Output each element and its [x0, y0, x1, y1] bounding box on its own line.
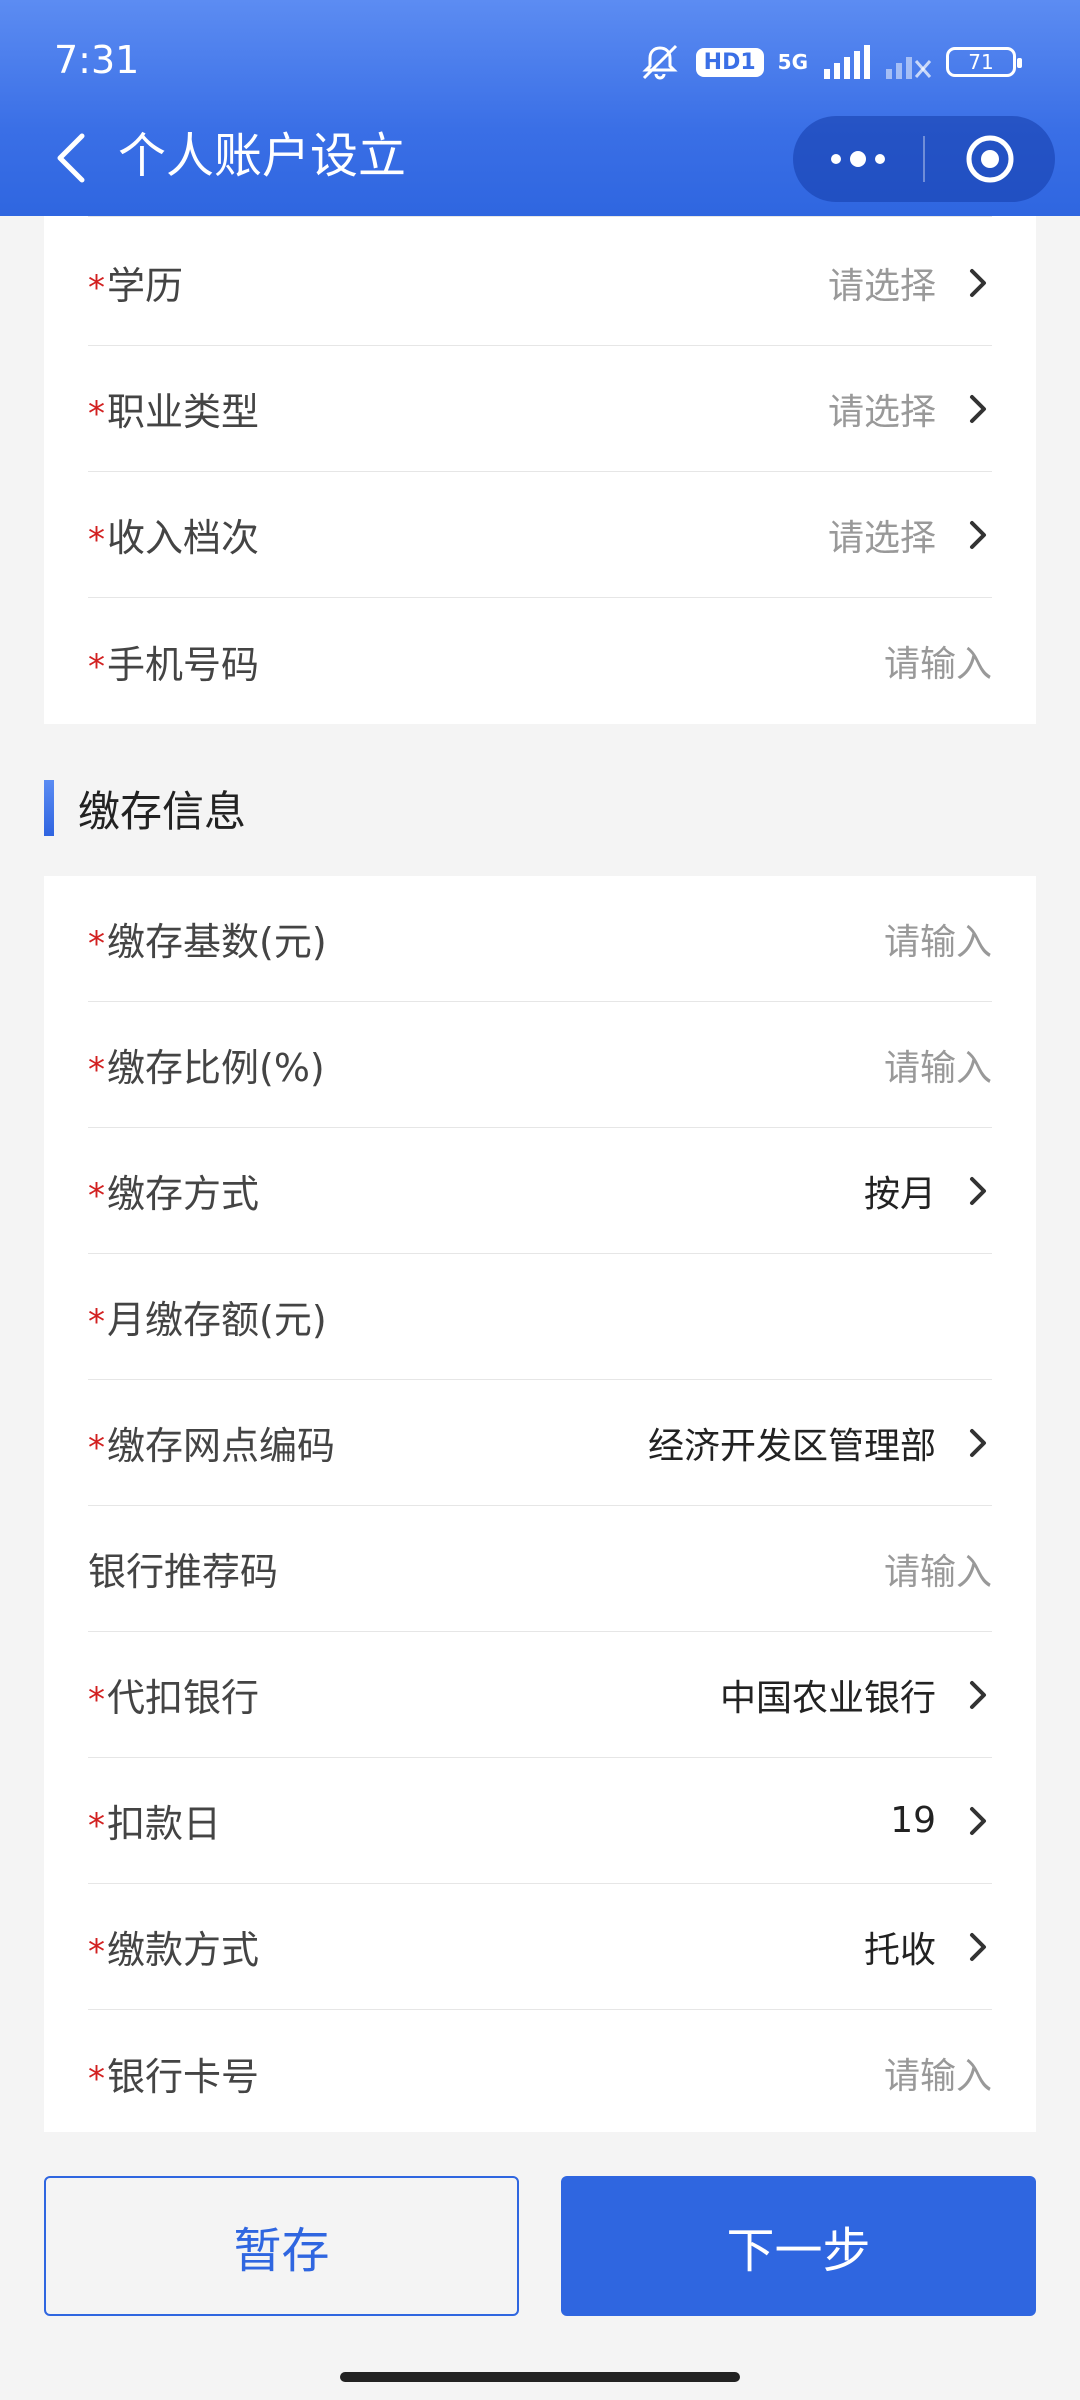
deposit-info-card: *缴存基数(元) 请输入 *缴存比例(%) 请输入 *缴存方式 按月 *月缴存额… — [44, 876, 1036, 2132]
field-row-deposit-method[interactable]: *缴存方式 按月 — [88, 1128, 992, 1254]
field-label: *扣款日 — [88, 1802, 222, 1846]
hd-badge: HD1 — [695, 47, 764, 77]
section-title: 缴存信息 — [78, 786, 247, 836]
home-indicator[interactable] — [340, 2372, 740, 2382]
field-label: 银行推荐码 — [88, 1550, 279, 1594]
personal-info-card: *学历 请选择 *职业类型 请选择 *收入档次 请选择 *手机号码 请输入 — [44, 216, 1036, 724]
phone-input[interactable]: 请输入 — [884, 635, 992, 687]
field-row-monthly-amount: *月缴存额(元) — [88, 1254, 992, 1380]
nav-bar: 个人账户设立 — [0, 116, 1080, 216]
chevron-right-icon — [970, 1176, 986, 1205]
field-row-debit-day[interactable]: *扣款日 19 — [88, 1758, 992, 1884]
chevron-right-icon — [970, 394, 986, 423]
field-row-income[interactable]: *收入档次 请选择 — [88, 472, 992, 598]
field-label: *收入档次 — [88, 516, 260, 560]
signal-bars-empty-icon — [886, 57, 932, 79]
card-top-divider — [88, 216, 992, 217]
close-button[interactable] — [925, 116, 1055, 202]
chevron-right-icon — [970, 520, 986, 549]
field-label: *缴存基数(元) — [88, 920, 327, 964]
field-row-bank[interactable]: *代扣银行 中国农业银行 — [88, 1632, 992, 1758]
field-value: 托收 — [863, 1929, 936, 1971]
muted-bell-icon — [642, 44, 678, 80]
chevron-right-icon — [970, 1428, 986, 1457]
target-circle-icon — [966, 135, 1014, 183]
field-label: *代扣银行 — [88, 1676, 260, 1720]
field-label: *学历 — [88, 264, 184, 308]
page-title: 个人账户设立 — [118, 128, 407, 184]
referral-code-input[interactable]: 请输入 — [884, 1543, 992, 1595]
more-button[interactable] — [793, 116, 923, 202]
field-row-occupation[interactable]: *职业类型 请选择 — [88, 346, 992, 472]
field-label: *月缴存额(元) — [88, 1298, 327, 1342]
card-number-input[interactable]: 请输入 — [884, 2047, 992, 2099]
field-value: 经济开发区管理部 — [647, 1425, 936, 1467]
field-label: *缴存比例(%) — [88, 1046, 325, 1090]
field-value: 请选择 — [827, 517, 936, 559]
field-value: 中国农业银行 — [719, 1677, 936, 1719]
field-value: 请选择 — [827, 391, 936, 433]
network-label: 5G — [777, 50, 808, 74]
mini-program-capsule — [793, 116, 1055, 202]
signal-bars-icon — [824, 45, 870, 79]
chevron-right-icon — [970, 1932, 986, 1961]
chevron-left-icon[interactable] — [44, 128, 104, 188]
section-header: 缴存信息 — [44, 780, 246, 836]
field-value: 19 — [890, 1800, 936, 1841]
section-accent-bar — [44, 780, 54, 836]
chevron-right-icon — [970, 1680, 986, 1709]
save-draft-button[interactable]: 暂存 — [44, 2176, 519, 2316]
field-row-deposit-ratio[interactable]: *缴存比例(%) 请输入 — [88, 1002, 992, 1128]
deposit-ratio-input[interactable]: 请输入 — [884, 1039, 992, 1091]
field-label: *缴存方式 — [88, 1172, 260, 1216]
chevron-right-icon — [970, 1806, 986, 1835]
chevron-right-icon — [970, 268, 986, 297]
more-dots-icon — [831, 151, 885, 167]
field-label: *银行卡号 — [88, 2054, 260, 2099]
field-value: 请选择 — [827, 265, 936, 307]
battery-icon: 71 — [946, 47, 1022, 77]
field-row-education[interactable]: *学历 请选择 — [88, 220, 992, 346]
app-header: 7:31 HD1 5G 71 个人账户设立 — [0, 0, 1080, 216]
field-row-branch-code[interactable]: *缴存网点编码 经济开发区管理部 — [88, 1380, 992, 1506]
field-label: *缴存网点编码 — [88, 1424, 336, 1468]
next-step-button[interactable]: 下一步 — [561, 2176, 1036, 2316]
field-row-payment-method[interactable]: *缴款方式 托收 — [88, 1884, 992, 2010]
field-row-phone[interactable]: *手机号码 请输入 — [88, 598, 992, 724]
status-time: 7:31 — [54, 38, 140, 82]
status-bar: 7:31 HD1 5G 71 — [0, 0, 1080, 120]
field-row-card-number[interactable]: *银行卡号 请输入 — [88, 2010, 992, 2136]
field-row-referral-code[interactable]: 银行推荐码 请输入 — [88, 1506, 992, 1632]
field-label: *缴款方式 — [88, 1928, 260, 1972]
status-icons: HD1 5G 71 — [638, 40, 1022, 84]
field-label: *手机号码 — [88, 642, 260, 687]
deposit-base-input[interactable]: 请输入 — [884, 913, 992, 965]
field-value: 按月 — [863, 1173, 936, 1215]
field-label: *职业类型 — [88, 390, 260, 434]
field-row-deposit-base[interactable]: *缴存基数(元) 请输入 — [88, 876, 992, 1002]
